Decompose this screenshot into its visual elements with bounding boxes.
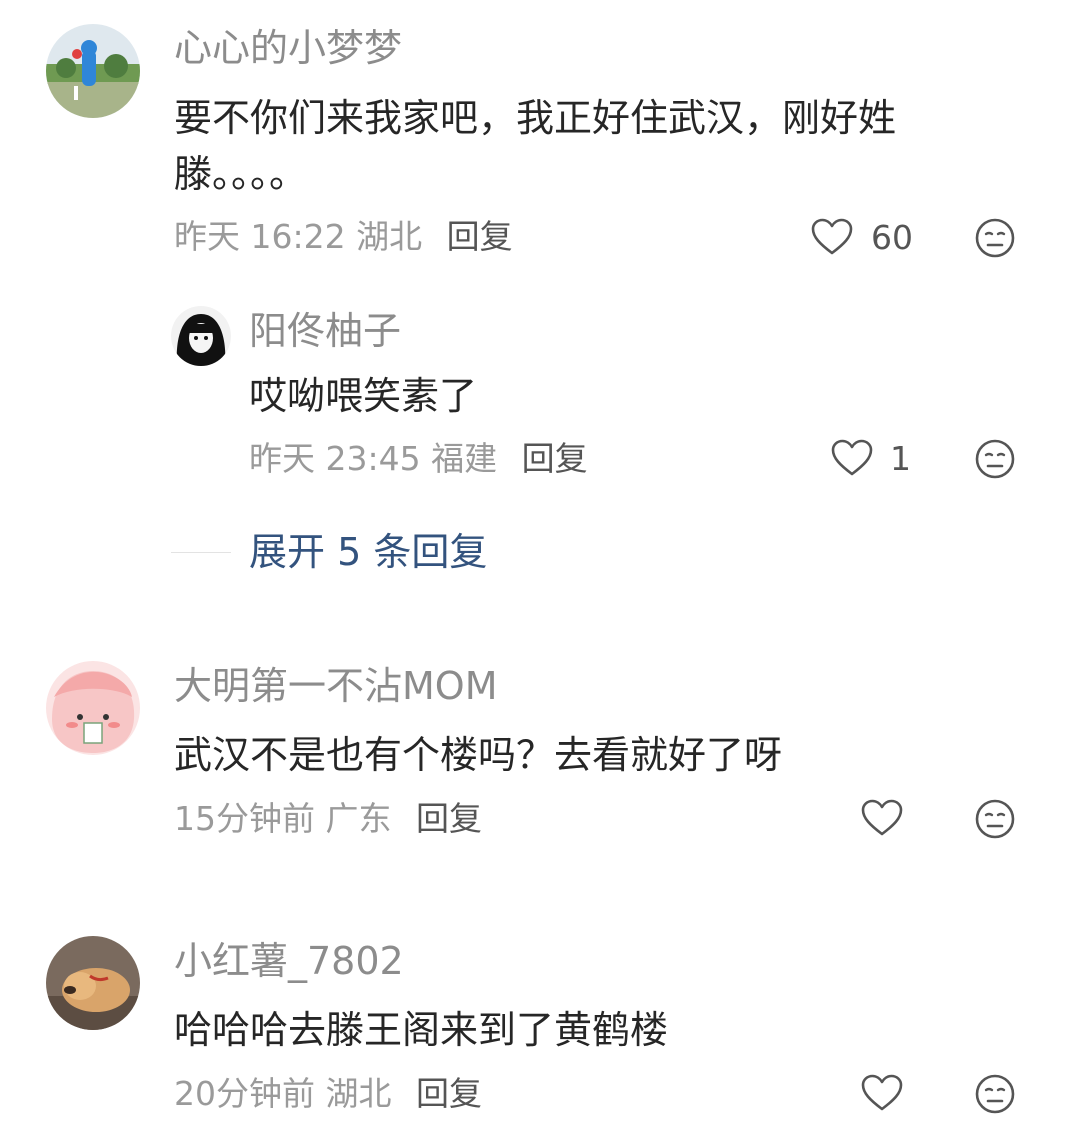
meh-face-icon[interactable] [974, 798, 1016, 840]
username[interactable]: 心心的小梦梦 [174, 29, 402, 67]
comment-time: 20分钟前 [174, 1074, 315, 1113]
avatar[interactable] [46, 936, 140, 1030]
comment-location: 湖北 [356, 217, 423, 256]
comment-text: 武汉不是也有个楼吗？去看就好了呀 [174, 733, 783, 777]
comment-time: 昨天 16:22 [174, 217, 346, 256]
reply-meta: 昨天 23:45 福建 回复 [249, 442, 588, 475]
comment-meta: 昨天 16:22 湖北 回复 [174, 220, 513, 253]
like-count: 1 [890, 439, 911, 478]
avatar[interactable] [46, 24, 140, 118]
expand-divider [171, 552, 231, 553]
heart-outline-icon[interactable] [860, 1073, 904, 1113]
reply-text: 哎呦喂笑素了 [249, 374, 478, 418]
comment-location: 广东 [325, 799, 392, 838]
username[interactable]: 大明第一不沾MOM [174, 667, 497, 705]
heart-outline-icon[interactable] [810, 217, 854, 257]
reply-button[interactable]: 回复 [416, 1074, 482, 1113]
reply-button[interactable]: 回复 [447, 217, 513, 256]
comment-meta: 15分钟前 广东 回复 [174, 802, 482, 835]
comment-text-line1: 要不你们来我家吧，我正好住武汉，刚好姓 [174, 96, 897, 140]
meh-face-icon[interactable] [974, 1073, 1016, 1115]
avatar[interactable] [171, 306, 231, 366]
reply-button[interactable]: 回复 [416, 799, 482, 838]
comment-text-line2: 滕。。。。 [174, 152, 308, 196]
expand-replies-button[interactable]: 展开 5 条回复 [249, 533, 487, 571]
avatar[interactable] [46, 661, 140, 755]
reply-time: 昨天 23:45 [249, 439, 421, 478]
meh-face-icon[interactable] [974, 217, 1016, 259]
username[interactable]: 阳佟柚子 [249, 312, 401, 350]
heart-outline-icon[interactable] [860, 798, 904, 838]
comment-time: 15分钟前 [174, 799, 315, 838]
heart-outline-icon[interactable] [830, 438, 874, 478]
comment-meta: 20分钟前 湖北 回复 [174, 1077, 482, 1110]
reply-button[interactable]: 回复 [522, 439, 588, 478]
comment-location: 湖北 [325, 1074, 392, 1113]
like-count: 60 [871, 218, 913, 257]
reply-location: 福建 [431, 439, 498, 478]
username[interactable]: 小红薯_7802 [174, 942, 404, 980]
comment-text: 哈哈哈去滕王阁来到了黄鹤楼 [174, 1008, 669, 1052]
meh-face-icon[interactable] [974, 438, 1016, 480]
